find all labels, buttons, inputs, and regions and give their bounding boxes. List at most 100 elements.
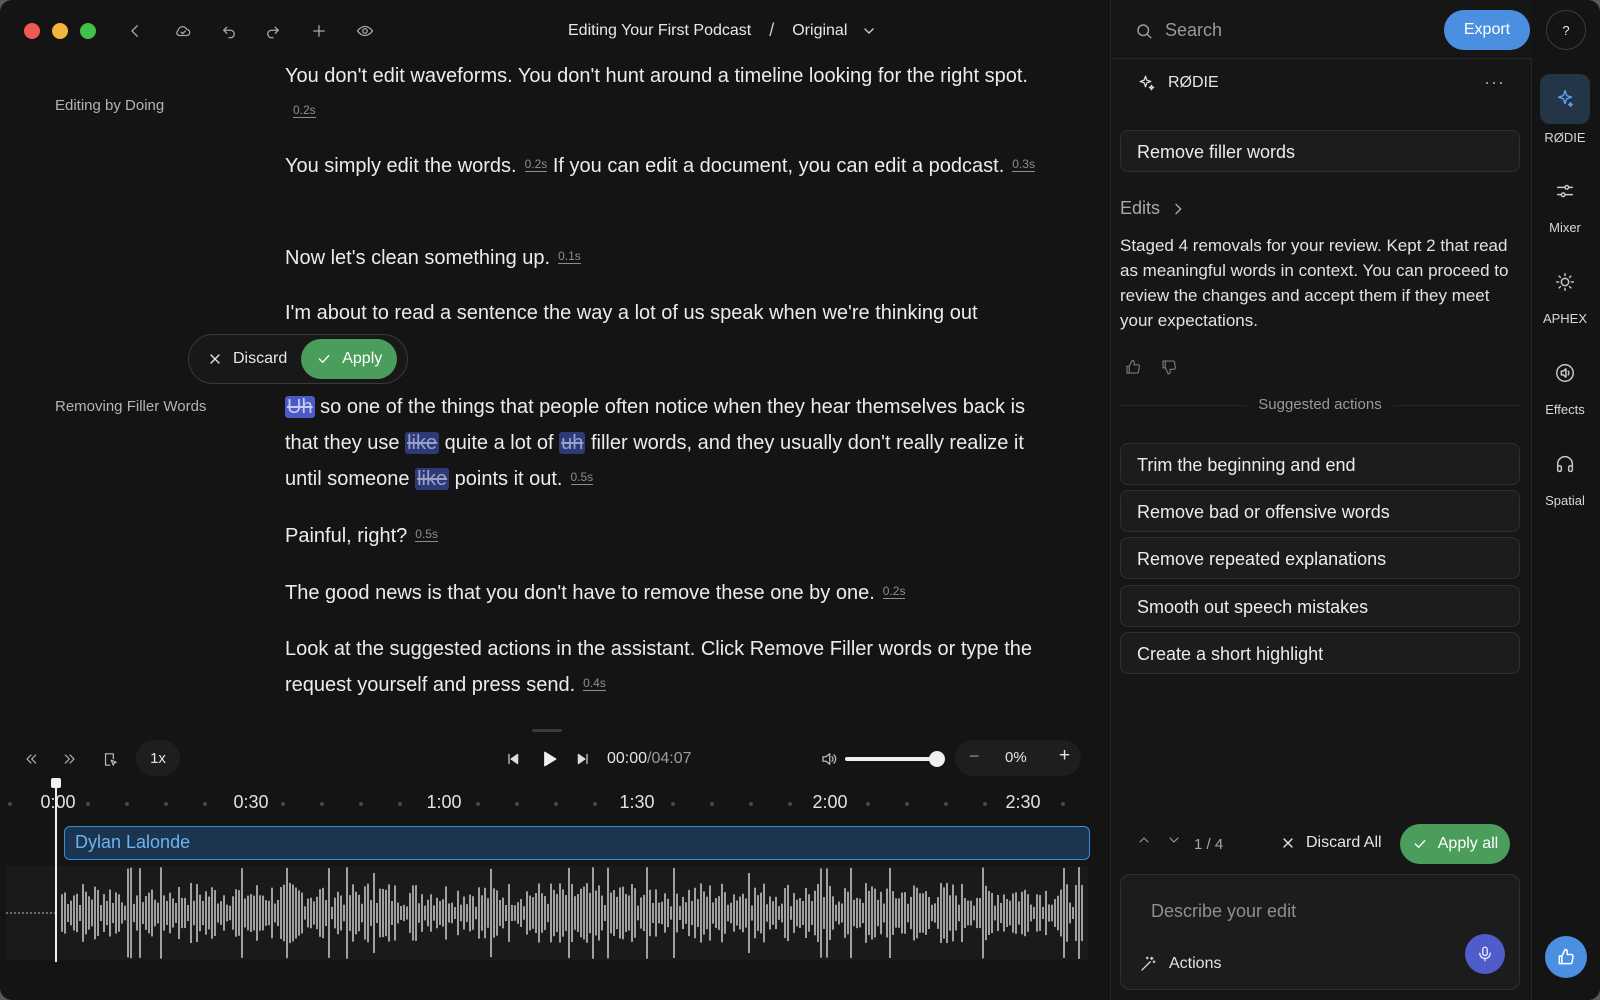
help-button[interactable]: ? xyxy=(1546,10,1586,50)
transcript-text[interactable]: You simply edit the words. xyxy=(285,155,517,177)
pause-marker[interactable]: 0.4s xyxy=(583,676,606,691)
transcript-text[interactable]: You don't edit waveforms. You don't hunt… xyxy=(285,65,1028,87)
timeline-minor-tick xyxy=(671,802,675,806)
back-icon[interactable] xyxy=(124,20,146,42)
previous-icon[interactable] xyxy=(502,748,524,770)
transcript-text[interactable]: quite a lot of xyxy=(439,432,559,454)
pause-marker[interactable]: 0.1s xyxy=(558,249,581,264)
rail-item-mixer[interactable]: Mixer xyxy=(1537,166,1593,235)
search-field[interactable]: Search xyxy=(1135,20,1222,41)
timeline-minor-tick xyxy=(398,802,402,806)
more-options-icon[interactable]: ··· xyxy=(1484,72,1505,93)
paragraph[interactable]: You simply edit the words. 0.2s If you ca… xyxy=(285,148,1055,184)
speaker-track[interactable]: Dylan Lalonde xyxy=(64,826,1090,860)
rail-item-aphex[interactable]: APHEX xyxy=(1537,257,1593,326)
pause-marker[interactable]: 0.2s xyxy=(293,103,316,118)
minimize-window-button[interactable] xyxy=(52,23,68,39)
user-prompt-bubble: Remove filler words xyxy=(1120,130,1520,172)
version-selector[interactable]: Original xyxy=(792,22,877,40)
edit-composer[interactable]: Describe your edit Actions xyxy=(1120,874,1520,990)
export-button[interactable]: Export xyxy=(1444,10,1530,50)
paragraph[interactable]: The good news is that you don't have to … xyxy=(285,575,1055,611)
transcript-text[interactable]: Painful, right? xyxy=(285,525,407,547)
playhead[interactable] xyxy=(55,782,57,962)
paragraph[interactable]: You don't edit waveforms. You don't hunt… xyxy=(285,58,1055,130)
suggested-action-trim[interactable]: Trim the beginning and end xyxy=(1120,443,1520,485)
apply-all-button[interactable]: Apply all xyxy=(1400,824,1510,864)
add-icon[interactable] xyxy=(308,20,330,42)
filler-word-highlight[interactable]: like xyxy=(415,468,450,490)
redo-icon[interactable] xyxy=(262,20,284,42)
transcript-text[interactable]: Now let's clean something up. xyxy=(285,247,550,269)
timeline-minor-tick xyxy=(320,802,324,806)
follow-playhead-icon[interactable] xyxy=(99,748,121,770)
rail-item-spatial[interactable]: Spatial xyxy=(1537,439,1593,508)
rail-item-effects[interactable]: Effects xyxy=(1537,348,1593,417)
suggested-action-remove-repeats[interactable]: Remove repeated explanations xyxy=(1120,537,1520,579)
undo-icon[interactable] xyxy=(218,20,240,42)
next-icon[interactable] xyxy=(572,748,594,770)
timeline-minor-tick xyxy=(125,802,129,806)
playhead-handle[interactable] xyxy=(51,778,61,788)
composer-input[interactable]: Describe your edit xyxy=(1151,901,1296,922)
pause-marker[interactable]: 0.2s xyxy=(524,157,548,172)
paragraph[interactable]: Now let's clean something up. 0.1s xyxy=(285,240,1055,276)
panel-resize-handle[interactable] xyxy=(532,729,562,732)
current-time: 00:00 xyxy=(607,750,648,767)
microphone-icon[interactable] xyxy=(1465,934,1505,974)
zoom-in-button[interactable]: + xyxy=(1059,745,1070,767)
feedback-thumbs-up-icon[interactable] xyxy=(1545,936,1587,978)
pause-marker[interactable]: 0.2s xyxy=(882,584,906,599)
rail-item-rodie[interactable]: RØDIE xyxy=(1537,74,1593,145)
paragraph[interactable]: Look at the suggested actions in the ass… xyxy=(285,631,1055,703)
timeline-tick-label: 1:30 xyxy=(619,792,655,812)
suggested-action-highlight[interactable]: Create a short highlight xyxy=(1120,632,1520,674)
filler-word-highlight[interactable]: like xyxy=(405,432,440,454)
volume-icon[interactable] xyxy=(818,748,840,770)
skip-back-icon[interactable] xyxy=(20,748,42,770)
apply-label: Apply xyxy=(342,350,383,367)
volume-slider[interactable] xyxy=(845,751,945,767)
zoom-level: 0% xyxy=(1005,749,1027,766)
volume-slider-knob[interactable] xyxy=(929,751,945,767)
timeline-tick-label: 2:00 xyxy=(812,792,848,812)
discard-edit-button[interactable]: Discard xyxy=(207,350,287,368)
pause-marker[interactable]: 0.5s xyxy=(415,527,438,542)
timeline-minor-tick xyxy=(8,802,12,806)
thumbs-down-icon[interactable] xyxy=(1160,358,1178,381)
actions-label: Actions xyxy=(1169,955,1222,972)
playback-speed-button[interactable]: 1x xyxy=(136,740,180,776)
close-window-button[interactable] xyxy=(24,23,40,39)
transcript-text[interactable]: The good news is that you don't have to … xyxy=(285,582,875,604)
filler-word-highlight[interactable]: uh xyxy=(559,432,586,454)
rail-label: RØDIE xyxy=(1544,130,1586,145)
play-icon[interactable] xyxy=(536,746,562,772)
zoom-out-button[interactable]: − xyxy=(969,746,980,767)
pause-marker[interactable]: 0.3s xyxy=(1012,157,1035,172)
discard-all-button[interactable]: Discard All xyxy=(1280,834,1382,852)
waveform[interactable] xyxy=(6,866,1088,960)
apply-edit-button[interactable]: Apply xyxy=(301,339,398,379)
paragraph[interactable]: Painful, right? 0.5s xyxy=(285,518,1055,554)
transcript-text[interactable]: I'm about to read a sentence the way a l… xyxy=(285,302,978,324)
skip-forward-icon[interactable] xyxy=(59,748,81,770)
pause-marker[interactable]: 0.5s xyxy=(570,470,594,485)
filler-word-highlight[interactable]: Uh xyxy=(285,396,315,418)
preview-eye-icon[interactable] xyxy=(354,20,376,42)
edits-label: Edits xyxy=(1120,198,1161,218)
paragraph[interactable]: I'm about to read a sentence the way a l… xyxy=(285,295,1055,331)
transcript-text[interactable]: points it out. xyxy=(449,468,563,490)
actions-menu-button[interactable]: Actions xyxy=(1139,955,1221,973)
cloud-sync-icon[interactable] xyxy=(172,20,194,42)
next-change-icon[interactable] xyxy=(1166,832,1182,853)
timeline-ruler[interactable]: 0:00 0:30 1:00 1:30 2:00 2:30 xyxy=(0,790,1088,816)
transcript-text[interactable]: Look at the suggested actions in the ass… xyxy=(285,638,1032,696)
edits-disclosure[interactable]: Edits xyxy=(1120,198,1186,219)
suggested-action-remove-bad-words[interactable]: Remove bad or offensive words xyxy=(1120,490,1520,532)
suggested-action-smooth[interactable]: Smooth out speech mistakes xyxy=(1120,585,1520,627)
transcript-text[interactable]: If you can edit a document, you can edit… xyxy=(553,155,1004,177)
previous-change-icon[interactable] xyxy=(1136,832,1152,853)
paragraph[interactable]: Uh so one of the things that people ofte… xyxy=(285,389,1055,497)
zoom-window-button[interactable] xyxy=(80,23,96,39)
thumbs-up-icon[interactable] xyxy=(1124,358,1142,381)
